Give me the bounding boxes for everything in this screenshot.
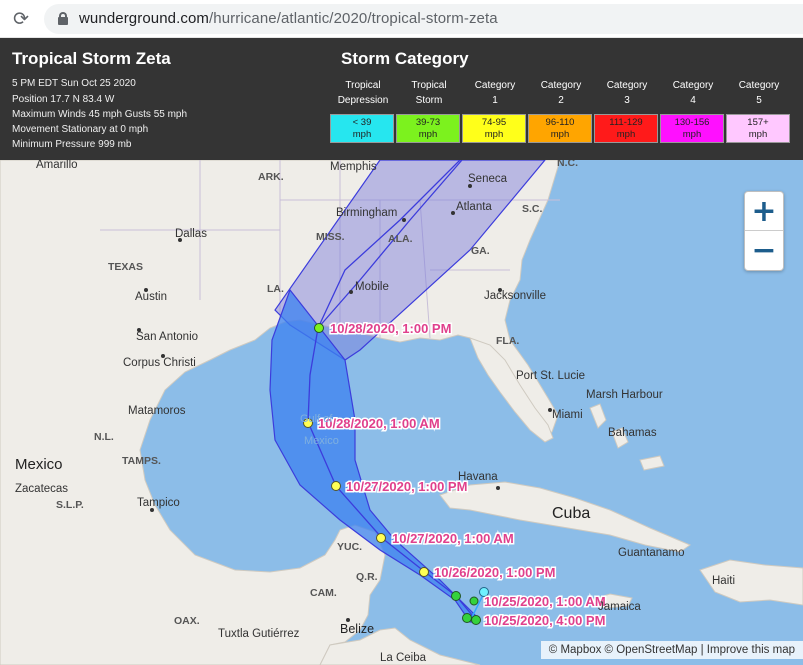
forecast-point[interactable] (469, 596, 479, 606)
legend-category-label: Category 4 (672, 80, 714, 106)
zoom-in-button[interactable]: + (745, 192, 783, 231)
place-sls: S.L.P. (56, 499, 84, 511)
place-sc: S.C. (522, 203, 543, 215)
gulf-label: Gulf of (300, 413, 333, 425)
place-tamps: TAMPS. (122, 455, 161, 467)
storm-title: Tropical Storm Zeta (12, 49, 171, 68)
legend-category: Category 4 130-156 mph (660, 78, 726, 143)
legend-swatch: 96-110 mph (528, 114, 592, 143)
forecast-point[interactable] (331, 481, 341, 491)
place-la: LA. (267, 283, 284, 295)
forecast-label: 10/28/2020, 1:00 AM (318, 416, 440, 431)
place-mobile: Mobile (355, 281, 389, 293)
forecast-label: 10/27/2020, 1:00 AM (392, 531, 514, 546)
place-tampico: Tampico (137, 497, 180, 509)
place-qr: Q.R. (356, 571, 378, 583)
place-yuc: YUC. (337, 541, 362, 553)
legend-swatch: 39-73 mph (396, 114, 460, 143)
forecast-point[interactable] (376, 533, 386, 543)
place-corpus-christi: Corpus Christi (123, 357, 196, 369)
place-miss: MISS. (316, 231, 345, 243)
legend-category-label: Category 5 (738, 80, 780, 106)
reload-icon[interactable]: ⟳ (10, 8, 32, 30)
storm-movement: Movement Stationary at 0 mph (12, 124, 149, 135)
place-texas: TEXAS (108, 261, 143, 273)
place-guantanamo: Guantanamo (618, 547, 685, 559)
legend-swatch: 130-156 mph (660, 114, 724, 143)
lock-icon (58, 12, 68, 25)
gulf-label: Mexico (304, 435, 339, 447)
place-nc: N.C. (557, 160, 578, 169)
storm-position: Position 17.7 N 83.4 W (12, 94, 115, 105)
legend-swatch: 157+ mph (726, 114, 790, 143)
forecast-label: 10/26/2020, 1:00 PM (434, 565, 555, 580)
legend-title: Storm Category (341, 49, 469, 68)
place-ala: ALA. (388, 233, 413, 245)
place-fla: FLA. (496, 335, 519, 347)
place-ark: ARK. (258, 171, 284, 183)
legend-swatch: 111-129 mph (594, 114, 658, 143)
storm-map[interactable]: 10/28/2020, 1:00 PM 10/28/2020, 1:00 AM … (0, 160, 803, 665)
legend-category: Tropical Storm 39-73 mph (396, 78, 462, 143)
place-matamoros: Matamoros (128, 405, 186, 417)
legend-category: Category 5 157+ mph (726, 78, 792, 143)
forecast-label: 10/25/2020, 1:00 AM (484, 594, 606, 609)
place-memphis: Memphis (330, 161, 377, 173)
place-miami: Miami (552, 409, 583, 421)
url-field[interactable]: wunderground.com/hurricane/atlantic/2020… (44, 4, 803, 34)
place-san-antonio: San Antonio (136, 331, 198, 343)
storm-info-panel: Tropical Storm Zeta 5 PM EDT Sun Oct 25 … (0, 38, 803, 160)
legend-category: Category 1 74-95 mph (462, 78, 528, 143)
forecast-point[interactable] (314, 323, 324, 333)
storm-winds: Maximum Winds 45 mph Gusts 55 mph (12, 109, 188, 120)
place-bahamas: Bahamas (608, 427, 657, 439)
current-position[interactable] (462, 613, 472, 623)
place-mexico: Mexico (15, 456, 63, 473)
forecast-label: 10/28/2020, 1:00 PM (330, 321, 451, 336)
place-la-ceiba: La Ceiba (380, 652, 427, 664)
place-jacksonville: Jacksonville (484, 290, 546, 302)
place-havana: Havana (458, 471, 498, 483)
legend-category-label: Category 3 (606, 80, 648, 106)
place-oax: OAX. (174, 615, 200, 627)
zoom-out-button[interactable]: − (745, 231, 783, 270)
forecast-point[interactable] (451, 591, 461, 601)
legend-category-label: Tropical Storm (411, 80, 447, 106)
legend-swatch: < 39 mph (330, 114, 394, 143)
legend-category: Category 3 111-129 mph (594, 78, 660, 143)
legend-category: Category 2 96-110 mph (528, 78, 594, 143)
place-ga: GA. (471, 245, 490, 257)
forecast-label: 10/25/2020, 4:00 PM (484, 613, 605, 628)
advisory-time: 5 PM EDT Sun Oct 25 2020 (12, 78, 136, 89)
forecast-point[interactable] (419, 567, 429, 577)
place-nl: N.L. (94, 431, 114, 443)
storm-pressure: Minimum Pressure 999 mb (12, 139, 132, 150)
place-belize: Belize (340, 622, 374, 636)
browser-address-bar: ⟳ wunderground.com/hurricane/atlantic/20… (0, 0, 803, 38)
place-atlanta: Atlanta (456, 201, 492, 213)
forecast-label: 10/27/2020, 1:00 PM (346, 479, 467, 494)
map-canvas[interactable]: 10/28/2020, 1:00 PM 10/28/2020, 1:00 AM … (0, 160, 803, 665)
place-cam: CAM. (310, 587, 337, 599)
place-cuba: Cuba (552, 505, 590, 522)
legend-category: Tropical Depression < 39 mph (330, 78, 396, 143)
place-birmingham: Birmingham (336, 207, 397, 219)
place-port-st-lucie: Port St. Lucie (516, 370, 585, 382)
place-amarillo: Amarillo (36, 160, 78, 171)
current-position[interactable] (471, 615, 481, 625)
legend-category-label: Category 2 (540, 80, 582, 106)
place-marsh-harbour: Marsh Harbour (586, 389, 663, 401)
url-text: wunderground.com/hurricane/atlantic/2020… (79, 10, 498, 27)
place-austin: Austin (135, 291, 167, 303)
place-seneca: Seneca (468, 173, 508, 185)
legend-category-label: Category 1 (474, 80, 516, 106)
legend-category-label: Tropical Depression (337, 80, 389, 106)
map-attribution[interactable]: © Mapbox © OpenStreetMap | Improve this … (540, 641, 803, 659)
zoom-control: + − (744, 191, 784, 271)
place-haiti: Haiti (712, 575, 735, 587)
place-tuxtla: Tuxtla Gutiérrez (218, 628, 300, 640)
place-zacatecas: Zacatecas (15, 483, 68, 495)
place-jamaica: Jamaica (598, 601, 641, 613)
legend-swatch: 74-95 mph (462, 114, 526, 143)
